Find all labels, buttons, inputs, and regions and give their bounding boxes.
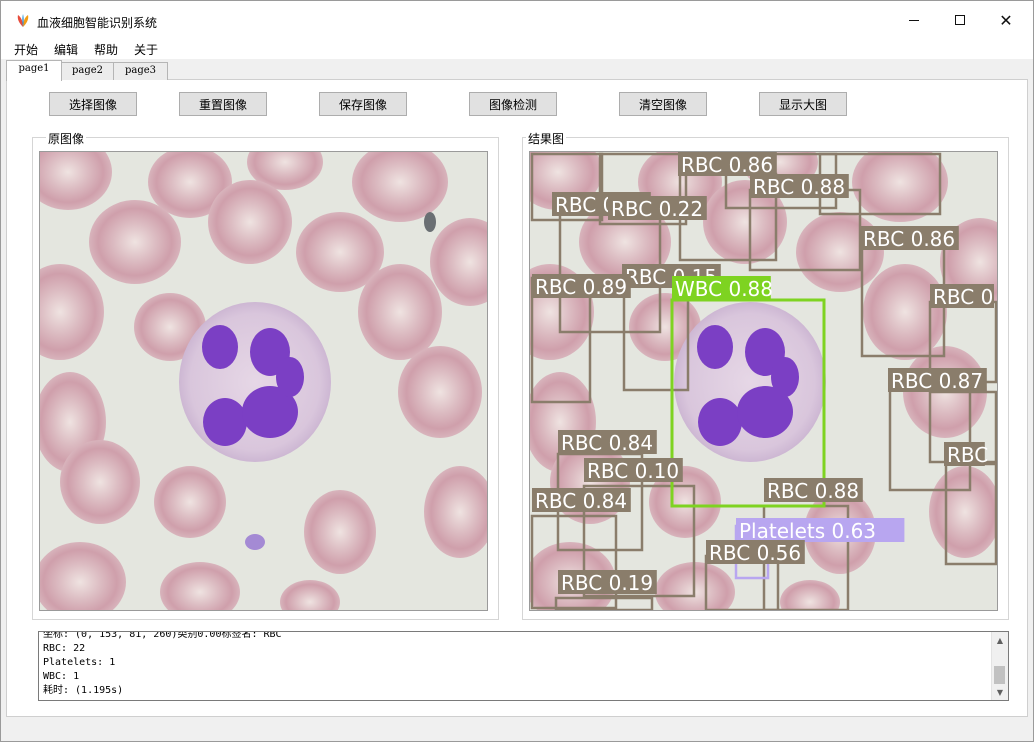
title-bar[interactable]: 血液细胞智能识别系统 ✕ [1, 1, 1033, 39]
result-image-view[interactable]: RBC 0.86 RBC 0.88 RBC 0.81 RBC 0.22 RBC 0.86… [529, 151, 998, 611]
chevron-up-icon[interactable]: ▲ [992, 632, 1008, 648]
detection-label: RBC 0.86 [863, 227, 955, 251]
status-strip [6, 717, 1028, 739]
log-scrollbar[interactable]: ▲ ▼ [991, 632, 1008, 700]
detection-label: RBC 0 [933, 285, 993, 309]
window-title: 血液细胞智能识别系统 [37, 16, 158, 30]
show-large-image-button[interactable]: 显示大图 [759, 92, 847, 116]
detection-label: RBC 0.19 [561, 571, 653, 595]
menu-start[interactable]: 开始 [14, 41, 38, 58]
result-image-title: 结果图 [526, 130, 567, 147]
maximize-button[interactable] [937, 1, 983, 39]
log-line: Platelets: 1 [43, 657, 116, 668]
clear-image-button[interactable]: 清空图像 [619, 92, 707, 116]
detection-label: RBC 0.22 [611, 197, 703, 221]
detection-label: RBC 0.89 [535, 275, 627, 299]
original-blood-smear-image [40, 152, 487, 610]
detection-label: RBC 0.10 [587, 459, 679, 483]
tab-page2[interactable]: page2 [60, 62, 115, 80]
detection-label: RBC 0.88 [753, 175, 845, 199]
detect-image-button[interactable]: 图像检测 [469, 92, 557, 116]
maximize-icon [955, 15, 965, 25]
detection-label: Platelets 0.63 [739, 519, 876, 543]
detection-label: RBC 0.87 [891, 369, 983, 393]
leaf-logo-icon [17, 14, 29, 27]
log-line: WBC: 1 [43, 671, 80, 682]
menu-edit[interactable]: 编辑 [54, 41, 78, 58]
minimize-icon [909, 19, 919, 21]
menu-about[interactable]: 关于 [134, 41, 158, 58]
menu-help[interactable]: 帮助 [94, 41, 118, 58]
detection-log-text: 坐标: (0, 153, 81, 260)类别0.00标签名: RBC RBC: … [43, 631, 988, 698]
original-image-title: 原图像 [46, 130, 87, 147]
detection-label: RBC 0.56 [709, 541, 801, 565]
reset-image-button[interactable]: 重置图像 [179, 92, 267, 116]
log-line: RBC: 22 [43, 643, 86, 654]
close-icon: ✕ [999, 10, 1013, 30]
log-line: 耗时: (1.195s) [43, 685, 124, 696]
tab-page1[interactable]: page1 [6, 60, 62, 81]
menu-bar: 开始 编辑 帮助 关于 [1, 39, 1033, 59]
detection-label: RBC 0.86 [681, 153, 773, 177]
detection-label: RBC [947, 443, 988, 467]
detection-label: WBC 0.88 [675, 277, 773, 301]
tab-page3[interactable]: page3 [113, 62, 168, 80]
original-image-view[interactable] [39, 151, 488, 611]
detection-log-textbox[interactable]: 坐标: (0, 153, 81, 260)类别0.00标签名: RBC RBC: … [38, 631, 1009, 701]
detection-label: RBC 0.88 [767, 479, 859, 503]
result-detection-image: RBC 0.86RBC 0.88RBC 0.81RBC 0.22RBC 0.86… [530, 152, 997, 610]
select-image-button[interactable]: 选择图像 [49, 92, 137, 116]
close-button[interactable]: ✕ [983, 1, 1029, 39]
chevron-down-icon[interactable]: ▼ [992, 684, 1008, 700]
detection-label: RBC 0.84 [561, 431, 653, 455]
save-image-button[interactable]: 保存图像 [319, 92, 407, 116]
scrollbar-thumb[interactable] [994, 666, 1005, 684]
minimize-button[interactable] [891, 1, 937, 39]
detection-label: RBC 0.84 [535, 489, 627, 513]
log-line: 坐标: (0, 153, 81, 260)类别0.00标签名: RBC [43, 631, 282, 640]
